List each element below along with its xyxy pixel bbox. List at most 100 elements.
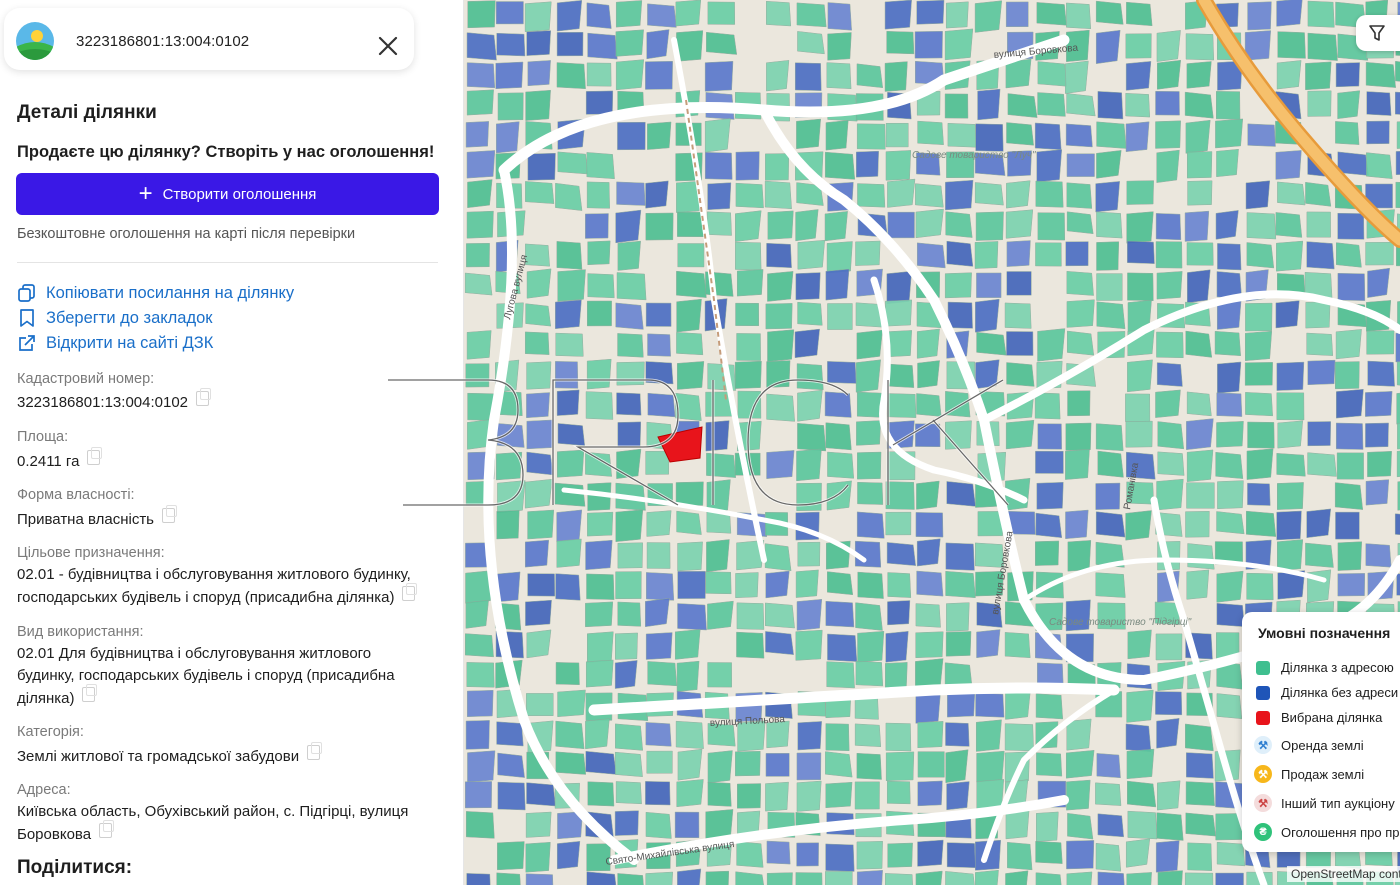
parcel-no-address[interactable] bbox=[797, 721, 822, 751]
parcel-no-address[interactable] bbox=[586, 2, 612, 29]
parcel-with-address[interactable] bbox=[1185, 511, 1210, 538]
parcel-no-address[interactable] bbox=[977, 88, 1001, 121]
parcel-no-address[interactable] bbox=[1276, 510, 1302, 541]
parcel-with-address[interactable] bbox=[917, 751, 945, 778]
parcel-with-address[interactable] bbox=[885, 751, 915, 782]
parcel-with-address[interactable] bbox=[886, 780, 911, 805]
parcel-no-address[interactable] bbox=[1367, 267, 1391, 298]
parcel-with-address[interactable] bbox=[1126, 180, 1154, 205]
parcel-with-address[interactable] bbox=[617, 601, 642, 627]
parcel-with-address[interactable] bbox=[677, 243, 705, 268]
parcel-with-address[interactable] bbox=[1005, 690, 1031, 720]
parcel-with-address[interactable] bbox=[1335, 121, 1360, 145]
parcel-with-address[interactable] bbox=[1157, 870, 1183, 885]
parcel-no-address[interactable] bbox=[886, 542, 916, 566]
parcel-with-address[interactable] bbox=[1156, 271, 1183, 300]
parcel-with-address[interactable] bbox=[1214, 330, 1241, 357]
parcel-with-address[interactable] bbox=[1156, 149, 1180, 183]
parcel-no-address[interactable] bbox=[1035, 512, 1063, 539]
parcel-with-address[interactable] bbox=[736, 841, 764, 868]
parcel-with-address[interactable] bbox=[795, 872, 823, 885]
parcel-with-address[interactable] bbox=[465, 599, 489, 629]
parcel-with-address[interactable] bbox=[585, 659, 614, 688]
parcel-no-address[interactable] bbox=[465, 121, 490, 148]
parcel-no-address[interactable] bbox=[645, 361, 674, 385]
parcel-with-address[interactable] bbox=[1277, 420, 1304, 449]
parcel-no-address[interactable] bbox=[646, 572, 675, 601]
parcel-no-address[interactable] bbox=[1275, 150, 1302, 180]
parcel-no-address[interactable] bbox=[646, 29, 670, 60]
parcel-with-address[interactable] bbox=[645, 212, 674, 241]
parcel-no-address[interactable] bbox=[645, 781, 671, 806]
parcel-with-address[interactable] bbox=[676, 361, 705, 390]
parcel-with-address[interactable] bbox=[797, 541, 821, 567]
parcel-with-address[interactable] bbox=[615, 723, 644, 751]
parcel-no-address[interactable] bbox=[496, 571, 521, 603]
parcel-no-address[interactable] bbox=[886, 270, 912, 305]
parcel-no-address[interactable] bbox=[465, 720, 490, 750]
parcel-no-address[interactable] bbox=[645, 722, 672, 747]
parcel-no-address[interactable] bbox=[1306, 241, 1335, 270]
parcel-no-address[interactable] bbox=[975, 298, 1000, 333]
parcel-with-address[interactable] bbox=[1157, 451, 1185, 476]
parcel-no-address[interactable] bbox=[1155, 691, 1183, 716]
parcel-with-address[interactable] bbox=[587, 781, 615, 807]
parcel-no-address[interactable] bbox=[884, 0, 912, 30]
parcel-with-address[interactable] bbox=[616, 272, 647, 301]
parcel-no-address[interactable] bbox=[856, 870, 883, 885]
parcel-with-address[interactable] bbox=[885, 722, 912, 752]
parcel-with-address[interactable] bbox=[647, 661, 678, 687]
parcel-with-address[interactable] bbox=[707, 600, 734, 630]
parcel-with-address[interactable] bbox=[617, 542, 643, 569]
parcel-with-address[interactable] bbox=[1185, 330, 1213, 358]
parcel-no-address[interactable] bbox=[945, 179, 974, 211]
parcel-with-address[interactable] bbox=[827, 571, 854, 596]
parcel-with-address[interactable] bbox=[1156, 812, 1184, 841]
parcel-no-address[interactable] bbox=[495, 1, 524, 25]
parcel-no-address[interactable] bbox=[1036, 482, 1064, 510]
parcel-with-address[interactable] bbox=[1037, 61, 1068, 87]
parcel-no-address[interactable] bbox=[946, 781, 970, 811]
parcel-no-address[interactable] bbox=[947, 691, 976, 718]
parcel-with-address[interactable] bbox=[525, 243, 550, 267]
parcel-with-address[interactable] bbox=[1066, 271, 1094, 296]
parcel-no-address[interactable] bbox=[645, 180, 669, 209]
parcel-with-address[interactable] bbox=[1366, 330, 1395, 355]
parcel-with-address[interactable] bbox=[1127, 629, 1152, 660]
parcel-with-address[interactable] bbox=[526, 693, 554, 716]
parcel-with-address[interactable] bbox=[587, 240, 611, 266]
parcel-with-address[interactable] bbox=[1184, 91, 1214, 119]
parcel-with-address[interactable] bbox=[855, 660, 884, 687]
parcel-with-address[interactable] bbox=[796, 363, 824, 391]
parcel-no-address[interactable] bbox=[1216, 603, 1245, 627]
parcel-with-address[interactable] bbox=[1276, 240, 1304, 272]
parcel-with-address[interactable] bbox=[646, 542, 671, 569]
parcel-no-address[interactable] bbox=[1365, 391, 1393, 417]
parcel-no-address[interactable] bbox=[586, 871, 617, 885]
parcel-no-address[interactable] bbox=[1155, 91, 1180, 116]
parcel-no-address[interactable] bbox=[616, 392, 642, 416]
parcel-no-address[interactable] bbox=[526, 419, 554, 450]
parcel-with-address[interactable] bbox=[1184, 872, 1214, 885]
parcel-with-address[interactable] bbox=[1334, 482, 1364, 510]
parcel-no-address[interactable] bbox=[1156, 718, 1180, 749]
parcel-no-address[interactable] bbox=[467, 750, 496, 783]
parcel-with-address[interactable] bbox=[524, 1, 552, 32]
parcel-no-address[interactable] bbox=[946, 481, 976, 507]
parcel-no-address[interactable] bbox=[1276, 0, 1303, 27]
parcel-no-address[interactable] bbox=[975, 123, 1004, 152]
parcel-with-address[interactable] bbox=[527, 509, 555, 540]
parcel-with-address[interactable] bbox=[1006, 122, 1034, 146]
parcel-with-address[interactable] bbox=[826, 661, 855, 689]
parcel-with-address[interactable] bbox=[947, 122, 977, 148]
parcel-no-address[interactable] bbox=[1337, 273, 1366, 301]
parcel-no-address[interactable] bbox=[647, 333, 671, 357]
parcel-no-address[interactable] bbox=[766, 840, 791, 865]
parcel-with-address[interactable] bbox=[1395, 60, 1400, 83]
parcel-with-address[interactable] bbox=[975, 211, 1004, 241]
parcel-with-address[interactable] bbox=[1005, 809, 1030, 840]
parcel-no-address[interactable] bbox=[825, 843, 855, 872]
parcel-with-address[interactable] bbox=[675, 392, 702, 422]
parcel-with-address[interactable] bbox=[1155, 633, 1183, 661]
parcel-no-address[interactable] bbox=[1366, 91, 1392, 116]
